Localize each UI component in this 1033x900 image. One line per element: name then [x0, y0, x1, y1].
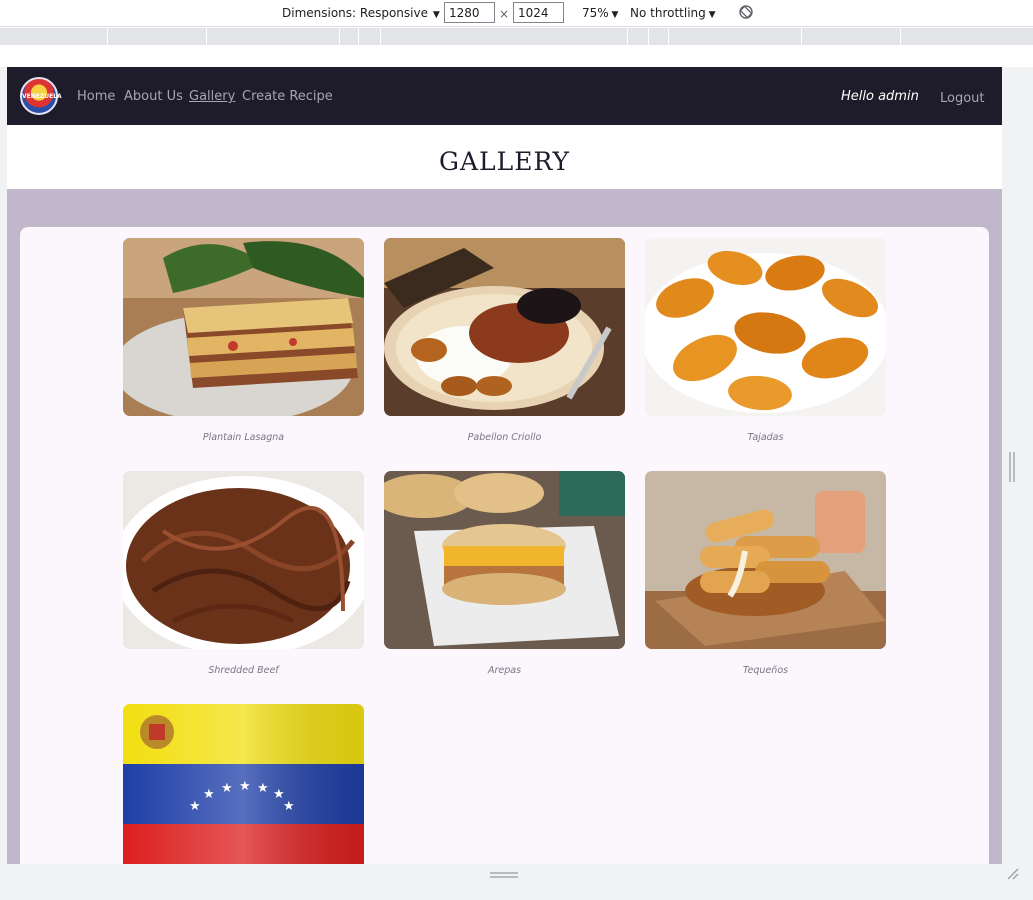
zoom-label: 75% — [582, 6, 609, 20]
gallery-caption: Pabellon Criollo — [467, 432, 542, 443]
gallery-card-shredded-beef[interactable]: Shredded Beef — [123, 471, 364, 676]
page-title: GALLERY — [438, 147, 571, 176]
throttle-dropdown[interactable]: No throttling ▼ — [630, 6, 716, 20]
gallery-panel: Plantain Lasagna Pabellon Criollo Tajada… — [20, 227, 989, 864]
gallery-card-venezuela-flag[interactable]: ★ ★ ★ ★ ★ ★ ★ — [123, 704, 364, 864]
user-greeting: Hello admin — [841, 89, 919, 104]
dimensions-dropdown[interactable]: Dimensions: Responsive ▼ — [282, 6, 440, 20]
nav-link-about-us[interactable]: About Us — [124, 89, 183, 104]
gallery-caption: Tequeños — [742, 665, 789, 676]
shredded-beef-photo — [123, 471, 364, 649]
gallery-card-arepas[interactable]: Arepas — [384, 471, 625, 676]
logo-text: VENEZUELA — [22, 93, 62, 100]
svg-text:★: ★ — [203, 787, 215, 802]
nav-link-gallery[interactable]: Gallery — [189, 89, 235, 104]
chevron-down-icon: ▼ — [608, 10, 619, 20]
plantain-lasagna-photo — [123, 238, 364, 416]
svg-text:★: ★ — [257, 781, 269, 796]
emulated-viewport: VENEZUELA Home About Us Gallery Create R… — [7, 67, 1002, 864]
chevron-down-icon: ▼ — [429, 10, 440, 20]
devtools-toolbar: Dimensions: Responsive ▼ × 75% ▼ No thro… — [0, 0, 1033, 27]
gallery-card-tajadas[interactable]: Tajadas — [645, 238, 886, 443]
viewport-frame-left — [0, 67, 7, 864]
width-input[interactable] — [444, 2, 495, 23]
nav-link-home[interactable]: Home — [77, 89, 115, 104]
tequenos-photo — [645, 471, 886, 649]
viewport-frame-bottom — [0, 864, 1033, 900]
gallery-card-pabellon-criollo[interactable]: Pabellon Criollo — [384, 238, 625, 443]
media-query-ruler[interactable] — [0, 28, 1033, 45]
resize-handle-right[interactable] — [1009, 452, 1015, 482]
dimensions-label: Dimensions: Responsive — [282, 6, 428, 20]
resize-corner-icon[interactable] — [1005, 866, 1019, 880]
nav-link-create-recipe[interactable]: Create Recipe — [242, 89, 333, 104]
title-band: GALLERY — [7, 125, 1002, 189]
logout-link[interactable]: Logout — [940, 91, 985, 106]
viewport-frame-right — [1002, 67, 1033, 864]
venezuela-flag-photo: ★ ★ ★ ★ ★ ★ ★ — [123, 704, 364, 864]
gallery-caption: Shredded Beef — [208, 665, 279, 676]
gallery-caption: Tajadas — [747, 432, 784, 443]
svg-text:★: ★ — [189, 799, 201, 814]
gallery-caption: Plantain Lasagna — [202, 432, 285, 443]
tajadas-photo — [645, 238, 886, 416]
site-logo[interactable]: VENEZUELA — [20, 77, 62, 115]
height-input[interactable] — [513, 2, 564, 23]
zoom-dropdown[interactable]: 75% ▼ — [582, 6, 618, 20]
resize-handle-bottom[interactable] — [490, 872, 518, 878]
times-symbol: × — [499, 7, 510, 21]
svg-text:★: ★ — [239, 779, 251, 794]
gallery-card-plantain-lasagna[interactable]: Plantain Lasagna — [123, 238, 364, 443]
svg-text:★: ★ — [221, 781, 233, 796]
gallery-card-tequenos[interactable]: Tequeños — [645, 471, 886, 676]
rotate-icon[interactable] — [738, 4, 754, 20]
pabellon-criollo-photo — [384, 238, 625, 416]
gallery-caption: Arepas — [487, 665, 522, 676]
arepas-photo — [384, 471, 625, 649]
throttle-label: No throttling — [630, 6, 706, 20]
svg-text:★: ★ — [283, 799, 295, 814]
site-navbar: VENEZUELA Home About Us Gallery Create R… — [7, 67, 1002, 125]
chevron-down-icon: ▼ — [705, 10, 716, 20]
